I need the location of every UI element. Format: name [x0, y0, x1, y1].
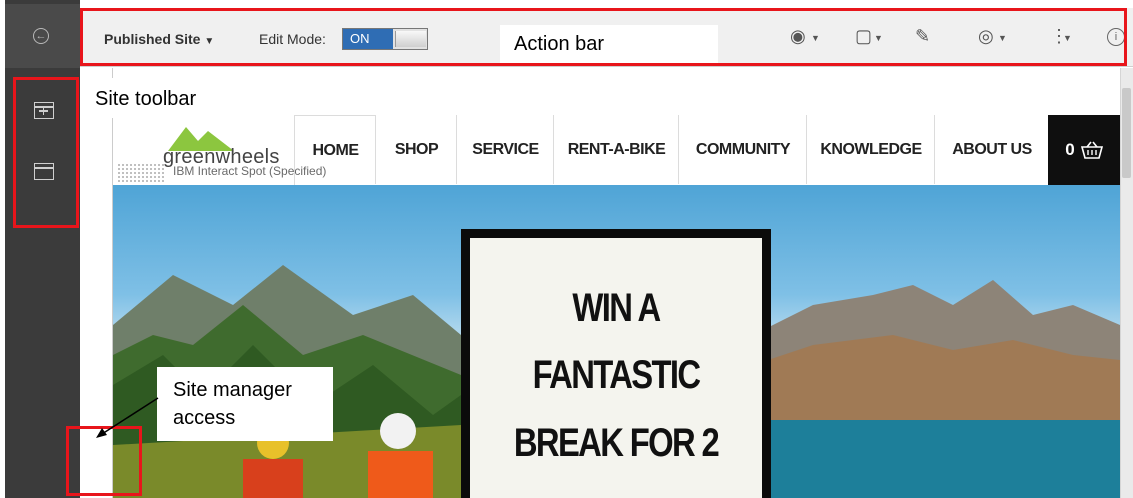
nav-home[interactable]: HOME: [294, 115, 376, 185]
nav-community[interactable]: COMMUNITY: [678, 115, 807, 184]
nav-knowledge[interactable]: KNOWLEDGE: [806, 115, 935, 184]
nav-about-us[interactable]: ABOUT US: [934, 115, 1049, 184]
nav-rent-a-bike[interactable]: RENT-A-BIKE: [553, 115, 679, 184]
spot-placeholder-pattern: [117, 163, 165, 183]
cart-button[interactable]: 0: [1048, 115, 1120, 185]
site-toolbar-highlight: [13, 77, 79, 228]
promo-line-2: FANTASTIC: [532, 353, 701, 397]
callout-site-toolbar: Site toolbar: [80, 78, 238, 118]
nav-shop[interactable]: SHOP: [375, 115, 457, 184]
cart-count: 0: [1065, 140, 1075, 159]
scrollbar-thumb[interactable]: [1122, 88, 1131, 178]
collapse-toolbar-icon[interactable]: ←: [33, 28, 49, 44]
promo-line-1: WIN A: [572, 286, 661, 330]
promo-line-3: BREAK FOR 2: [513, 421, 720, 465]
callout-arrow-icon: [96, 397, 159, 438]
callout-site-manager: Site manager access: [157, 367, 333, 441]
basket-icon: [1080, 141, 1103, 159]
promo-box[interactable]: WIN A FANTASTIC BREAK FOR 2: [461, 229, 771, 498]
nav-service[interactable]: SERVICE: [456, 115, 554, 184]
action-bar-highlight: [80, 8, 1127, 66]
top-margin: [0, 0, 1133, 6]
left-rail: [5, 0, 80, 498]
